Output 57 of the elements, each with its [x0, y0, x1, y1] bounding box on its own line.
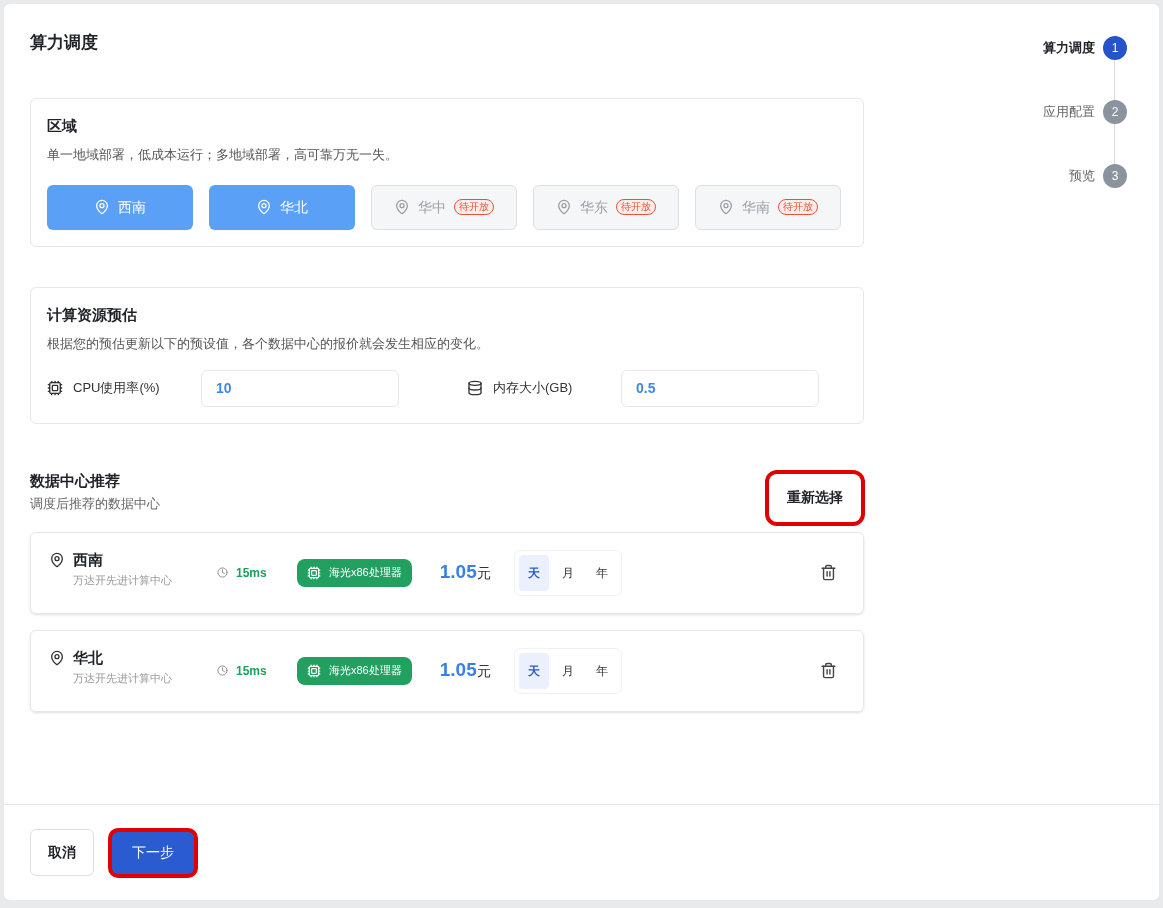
period-option[interactable]: 天 [518, 652, 549, 689]
pending-badge: 待开放 [616, 199, 656, 215]
step-number: 3 [1103, 164, 1127, 188]
section-subtitle: 调度后推荐的数据中心 [30, 495, 160, 513]
datacenter-provider: 万达开先进计算中心 [73, 572, 172, 588]
period-option[interactable]: 年 [586, 554, 617, 591]
step-number: 1 [1103, 36, 1127, 60]
section-description: 根据您的预估更新以下的预设值，各个数据中心的报价就会发生相应的变化。 [47, 335, 490, 353]
latency-value: 15ms [236, 662, 267, 680]
section-title: 计算资源预估 [47, 304, 138, 325]
step-number: 2 [1103, 100, 1127, 124]
page-title: 算力调度 [30, 32, 99, 54]
delete-icon[interactable] [820, 662, 837, 679]
location-icon [556, 199, 572, 215]
step-label: 预览 [1069, 167, 1095, 186]
location-icon [49, 650, 65, 666]
clock-icon [217, 567, 228, 578]
region-label: 西南 [118, 197, 146, 217]
processor-label: 海光x86处理器 [329, 565, 402, 581]
period-option[interactable]: 年 [586, 652, 617, 689]
region-label: 华北 [280, 197, 308, 217]
location-icon [94, 199, 110, 215]
section-description: 单一地域部署，低成本运行；多地域部署，高可靠万无一失。 [47, 146, 399, 164]
pending-badge: 待开放 [778, 199, 818, 215]
field-label: CPU使用率(%) [73, 379, 161, 398]
field-label: 内存大小(GB) [493, 379, 574, 398]
number-field[interactable]: 0.5 [621, 369, 819, 407]
price-text: 1.05元 [439, 658, 492, 683]
region-label: 华东 [580, 197, 608, 217]
pending-badge: 待开放 [454, 199, 494, 215]
cancel-button[interactable]: 取消 [30, 829, 94, 876]
clock-icon [217, 665, 228, 676]
database-icon [467, 380, 483, 396]
period-option[interactable]: 月 [552, 554, 583, 591]
delete-icon[interactable] [820, 564, 837, 581]
location-icon [718, 199, 734, 215]
datacenter-provider: 万达开先进计算中心 [73, 670, 172, 686]
step-label: 应用配置 [1043, 103, 1095, 122]
cpu-icon [307, 565, 321, 580]
cpu-icon [307, 663, 321, 678]
period-option[interactable]: 月 [552, 652, 583, 689]
number-field[interactable]: 10 [201, 369, 399, 407]
location-icon [256, 199, 272, 215]
location-icon [394, 199, 410, 215]
cpu-icon [47, 380, 63, 396]
processor-label: 海光x86处理器 [329, 663, 402, 679]
region-label: 华南 [742, 197, 770, 217]
section-title: 区域 [47, 115, 78, 136]
section-title: 数据中心推荐 [30, 470, 121, 491]
datacenter-name: 西南 [73, 550, 104, 570]
datacenter-name: 华北 [73, 648, 104, 668]
region-label: 华中 [418, 197, 446, 217]
period-option[interactable]: 天 [518, 554, 549, 591]
price-text: 1.05元 [439, 560, 492, 585]
location-icon [49, 552, 65, 568]
latency-value: 15ms [236, 564, 267, 582]
step-label: 算力调度 [1043, 39, 1095, 58]
